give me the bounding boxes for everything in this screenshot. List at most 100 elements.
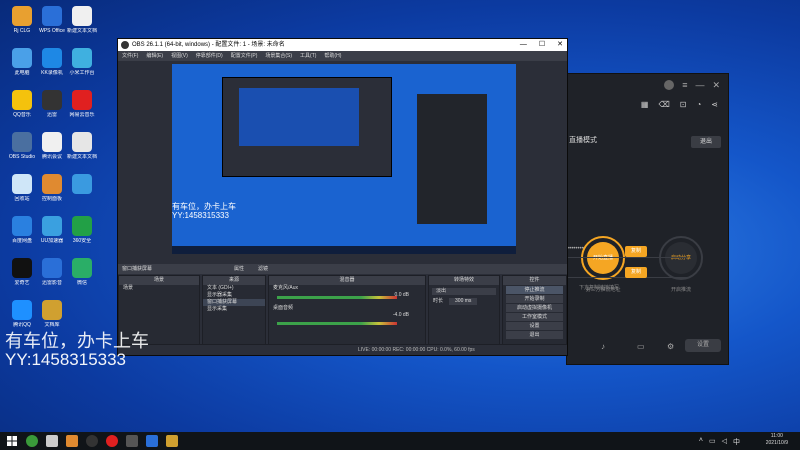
transition-select[interactable]: 淡出 [432, 288, 496, 295]
desktop-icon[interactable]: 文档库 [34, 300, 70, 328]
taskbar-app-icon[interactable] [146, 435, 158, 447]
desktop-icon[interactable]: 网易云音乐 [64, 90, 100, 118]
menu-item[interactable]: 文件(F) [122, 51, 138, 61]
exit-button[interactable]: 退出 [691, 136, 721, 148]
menu-item[interactable]: 配置文件(P) [231, 51, 258, 61]
app-icon [72, 90, 92, 110]
settings-button[interactable]: 设置 [685, 339, 721, 352]
transitions-dock: 转场特效 淡出 时长 300 ms [428, 275, 500, 345]
start-recording-button[interactable]: 开始录制 [506, 295, 563, 303]
taskbar-app-icon[interactable] [166, 435, 178, 447]
menu-item[interactable]: 工具(T) [300, 51, 316, 61]
ime-icon[interactable]: 中 [733, 437, 740, 447]
properties-button[interactable]: 属性 [234, 264, 244, 274]
minimize-icon[interactable]: — [520, 39, 527, 51]
desktop-icon[interactable]: 新建文本文档 [64, 132, 100, 160]
app-icon [12, 216, 32, 236]
desktop-icon-label: 小米工作台 [69, 70, 95, 76]
audio-meter [277, 296, 397, 299]
close-icon[interactable]: ✕ [712, 80, 720, 91]
secondary-caption: 开启推流 [670, 287, 691, 293]
hint-text: 下方复制链接填写 [579, 285, 620, 291]
taskbar-app-icon[interactable] [46, 435, 58, 447]
menu-item[interactable]: 帮助(H) [324, 51, 341, 61]
share-icon[interactable]: ⋖ [711, 100, 718, 109]
obs-statusbar: LIVE: 00:00:00 REC: 00:00:00 CPU: 0.0%, … [118, 344, 567, 355]
menu-item[interactable]: 停靠部件(D) [196, 51, 223, 61]
minimize-icon[interactable]: — [695, 80, 704, 90]
obs-preview[interactable]: 有车位，办卡上车 YY:1458315333 [172, 64, 516, 254]
audio-meter [277, 322, 397, 325]
controls-dock: 控件 停止推流 开始录制 启动虚拟摄像机 工作室模式 设置 退出 [502, 275, 567, 345]
settings-button[interactable]: 设置 [506, 322, 563, 330]
app-icon [42, 132, 62, 152]
studio-mode-button[interactable]: 工作室模式 [506, 313, 563, 321]
source-item[interactable]: 显示器采集 [203, 292, 265, 299]
mic-icon[interactable]: ♪ [601, 342, 605, 351]
chevron-up-icon[interactable]: ˄ [699, 437, 703, 447]
taskbar-app-icon[interactable] [126, 435, 138, 447]
trash-icon[interactable]: ⌫ [658, 100, 669, 109]
taskbar-app-icon[interactable] [66, 435, 78, 447]
app-icon [72, 258, 92, 278]
exit-button[interactable]: 退出 [506, 331, 563, 339]
duration-label: 时长 [433, 298, 444, 304]
app-icon [42, 90, 62, 110]
close-icon[interactable]: ✕ [557, 39, 563, 51]
duration-input[interactable]: 300 ms [449, 298, 478, 305]
taskbar-app-icon[interactable] [26, 435, 38, 447]
source-item[interactable]: 显示采集 [203, 306, 265, 313]
mixer-dock: 混音器 麦克风/Aux 0.0 dB 桌面音频 -4.0 dB [268, 275, 426, 345]
app-icon [12, 174, 32, 194]
obs-titlebar: OBS 26.1.1 (64-bit, windows) - 配置文件: 1 -… [118, 39, 567, 51]
mixer-track-name: 麦克风/Aux [273, 285, 299, 291]
desktop-icon[interactable]: 360安全 [64, 216, 100, 244]
desktop-icon[interactable] [64, 174, 100, 196]
app-icon [42, 300, 62, 320]
app-icon [72, 132, 92, 152]
source-item[interactable]: 文本 (GDI+) [203, 285, 265, 292]
copy-button-2[interactable]: 复制 [625, 267, 647, 278]
controls-header: 控件 [503, 276, 566, 285]
app-icon [12, 300, 32, 320]
source-item[interactable]: 窗口捕获屏幕 [203, 299, 265, 306]
watermark-line2: YY:1458315333 [5, 350, 127, 369]
nested-taskbar [172, 246, 516, 254]
obs-title: OBS 26.1.1 (64-bit, windows) - 配置文件: 1 -… [132, 42, 285, 48]
app-icon [42, 216, 62, 236]
copy-button-1[interactable]: 复制 [625, 246, 647, 257]
filters-button[interactable]: 滤镜 [258, 264, 268, 274]
calendar-icon[interactable]: ▦ [641, 100, 649, 109]
scene-item[interactable]: 场景 [119, 285, 199, 292]
menu-item[interactable]: 编辑(E) [146, 51, 163, 61]
app-icon [12, 258, 32, 278]
virtual-camera-button[interactable]: 启动虚拟摄像机 [506, 304, 563, 312]
settings-icon[interactable]: ⚙ [667, 342, 674, 351]
avatar[interactable] [664, 80, 675, 90]
volume-icon[interactable]: ◁ [722, 437, 727, 447]
source-toolbar: 窗口捕获屏幕 属性 滤镜 [118, 264, 567, 274]
windows-start-icon[interactable] [7, 436, 17, 446]
lock-icon[interactable]: ⊡ [680, 100, 687, 109]
bell-icon[interactable]: ◔ [696, 100, 701, 109]
app-icon [72, 216, 92, 236]
desktop-icon[interactable]: 微信 [64, 258, 100, 286]
clock[interactable]: 11:00 2021/10/9 [766, 433, 788, 447]
desktop-icon-label: 新建文本文档 [66, 28, 97, 34]
obs-taskbar-icon[interactable] [86, 435, 98, 447]
stop-streaming-button[interactable]: 停止推流 [506, 286, 563, 294]
camera-icon[interactable]: ▭ [637, 342, 645, 351]
menu-icon[interactable]: ≡ [682, 80, 687, 90]
maximize-icon[interactable]: ☐ [539, 39, 545, 51]
desktop-icon[interactable]: 新建文本文档 [64, 6, 100, 34]
nested-obs-window [222, 77, 392, 177]
taskbar-app-icon[interactable] [106, 435, 118, 447]
transitions-header: 转场特效 [429, 276, 499, 285]
menu-item[interactable]: 视图(V) [171, 51, 188, 61]
desktop-icon[interactable]: 小米工作台 [64, 48, 100, 76]
network-icon[interactable]: ▭ [709, 437, 716, 447]
app-icon [42, 258, 62, 278]
app-icon [72, 48, 92, 68]
obs-docks: 场景 场景 来源 文本 (GDI+) 显示器采集 窗口捕获屏幕 显示采集 混音器… [118, 275, 567, 345]
menu-item[interactable]: 场景集合(S) [265, 51, 292, 61]
